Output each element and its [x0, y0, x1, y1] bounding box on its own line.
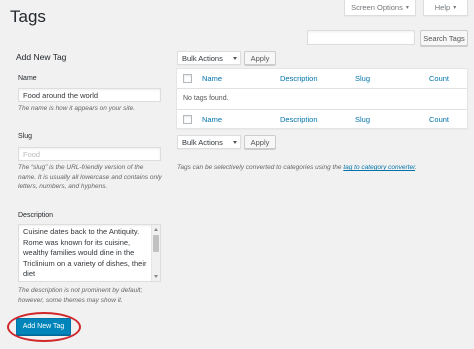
column-header-slug[interactable]: Slug [355, 74, 370, 83]
bulk-actions-value: Bulk Actions [182, 53, 223, 63]
select-all-checkbox[interactable] [183, 74, 192, 83]
help-button[interactable]: Help ▾ [423, 0, 468, 16]
no-tags-message: No tags found. [183, 95, 229, 102]
column-footer-description[interactable]: Description [280, 115, 318, 124]
bulk-actions-value: Bulk Actions [182, 137, 223, 147]
column-footer-count[interactable]: Count [429, 115, 449, 124]
column-header-description[interactable]: Description [280, 74, 318, 83]
scroll-down-icon[interactable] [154, 275, 158, 278]
caret-down-icon: ▾ [405, 5, 409, 11]
convert-note-suffix: . [415, 164, 417, 171]
tag-to-category-converter-link[interactable]: tag to category converter [343, 164, 415, 171]
select-all-checkbox-footer[interactable] [183, 115, 192, 124]
add-new-tag-heading: Add New Tag [16, 52, 67, 62]
help-label: Help [434, 3, 451, 12]
scroll-up-icon[interactable] [154, 228, 158, 231]
description-textarea[interactable]: Cuisine dates back to the Antiquity. Rom… [18, 224, 161, 282]
slug-label: Slug [18, 133, 33, 140]
caret-down-icon: ▾ [453, 5, 457, 11]
screen-options-button[interactable]: Screen Options ▾ [344, 0, 416, 16]
apply-button-bottom[interactable]: Apply [244, 135, 276, 149]
chevron-down-icon [233, 57, 237, 60]
apply-button-top[interactable]: Apply [244, 51, 276, 65]
table-header-row: Name Description Slug Count [177, 69, 467, 89]
chevron-down-icon [233, 141, 237, 144]
column-header-count[interactable]: Count [429, 74, 449, 83]
column-header-name[interactable]: Name [202, 74, 222, 83]
name-label: Name [18, 75, 37, 82]
description-help: The description is not prominent by defa… [18, 287, 143, 304]
slug-field[interactable]: Food [18, 147, 161, 161]
column-footer-slug[interactable]: Slug [355, 115, 370, 124]
convert-note: Tags can be selectively converted to cat… [177, 164, 417, 171]
search-tags-button[interactable]: Search Tags [420, 30, 468, 46]
search-input[interactable] [307, 30, 415, 45]
column-footer-name[interactable]: Name [202, 115, 222, 124]
convert-note-text: Tags can be selectively converted to cat… [177, 164, 344, 171]
table-footer-row: Name Description Slug Count [177, 109, 467, 129]
table-row: No tags found. [177, 89, 467, 109]
page-title: Tags [10, 7, 46, 26]
scroll-thumb[interactable] [153, 235, 159, 252]
description-text: Cuisine dates back to the Antiquity. Rom… [23, 227, 147, 278]
textarea-scrollbar[interactable] [151, 225, 160, 281]
name-description: The name is how it appears on your site. [18, 105, 136, 112]
description-label: Description [18, 212, 54, 219]
bulk-actions-select-top[interactable]: Bulk Actions [177, 51, 241, 65]
bulk-actions-select-bottom[interactable]: Bulk Actions [177, 135, 241, 149]
screen-options-label: Screen Options [351, 3, 403, 12]
slug-description: The “slug” is the URL-friendly version o… [18, 164, 162, 190]
name-field[interactable]: Food around the world [18, 88, 161, 102]
add-new-tag-button[interactable]: Add New Tag [16, 318, 71, 335]
tags-table: Name Description Slug Count No tags foun… [176, 68, 468, 129]
